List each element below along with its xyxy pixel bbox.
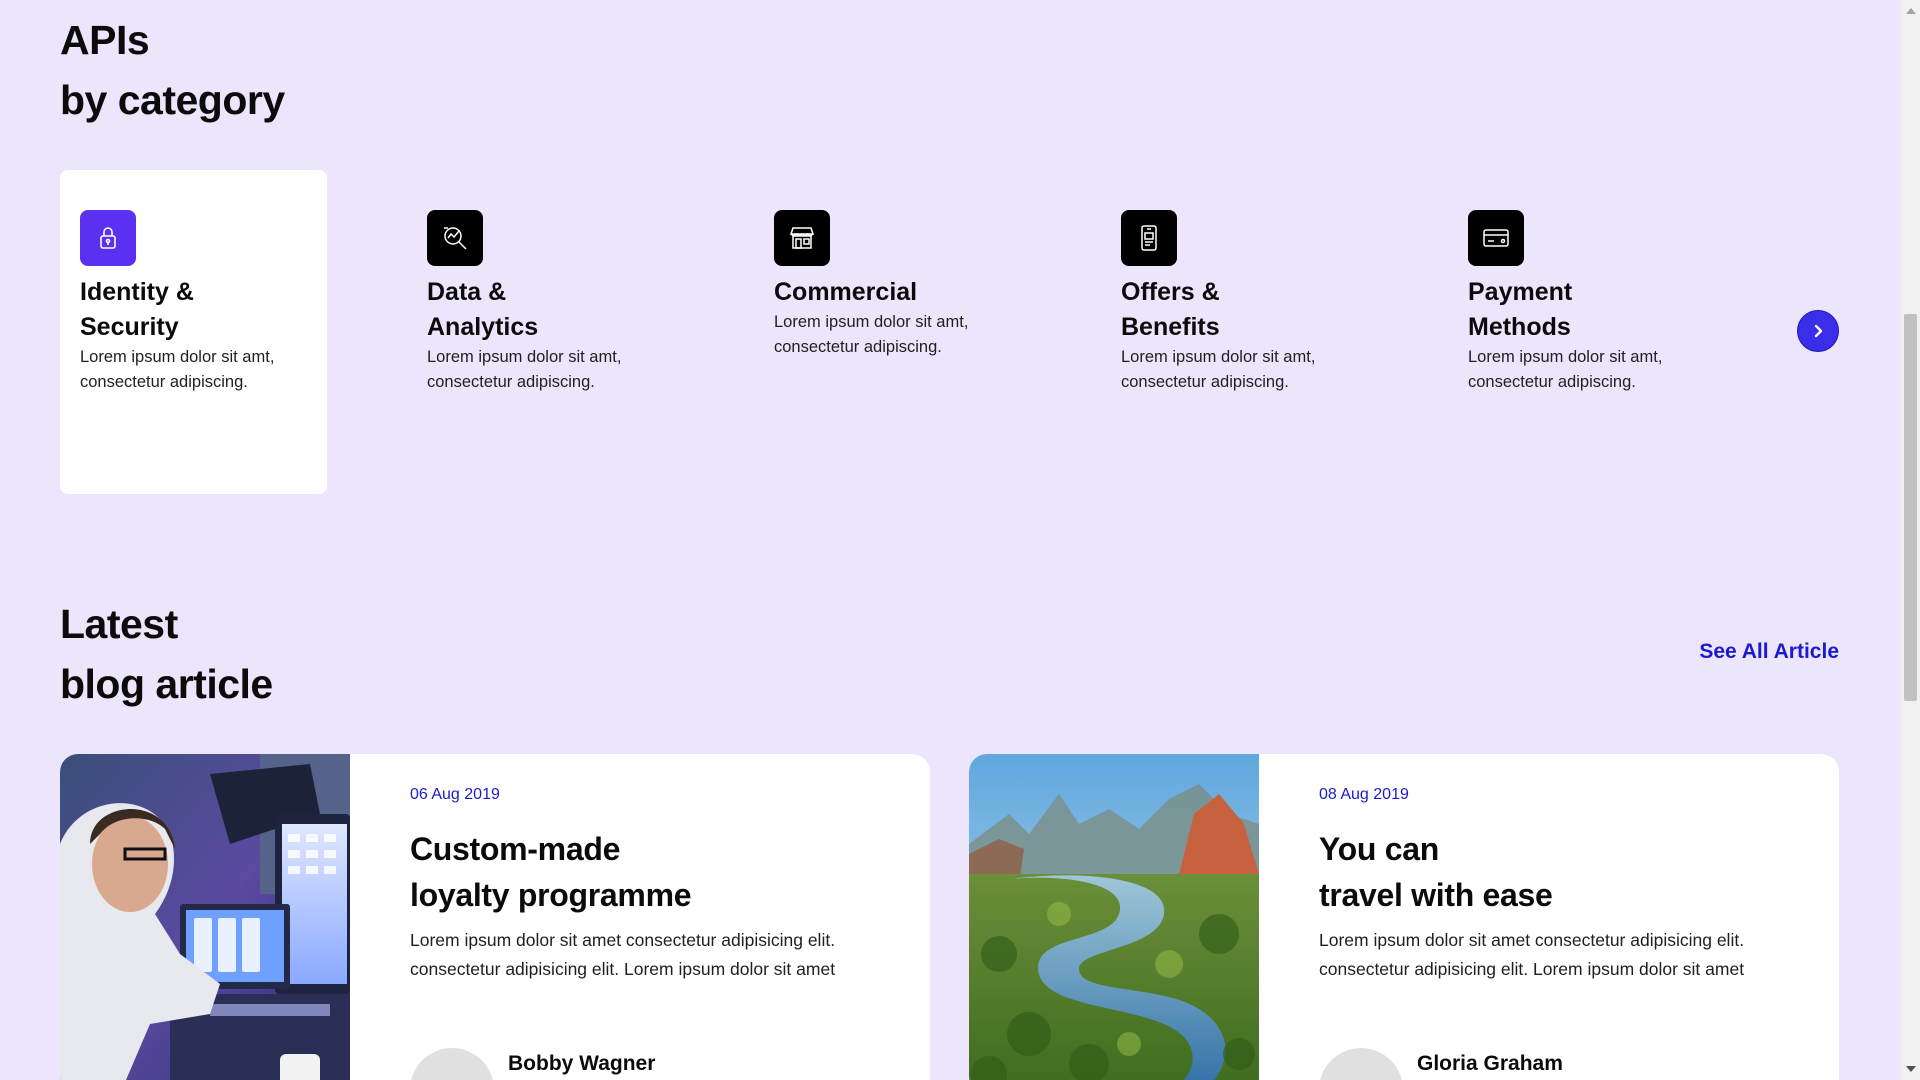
storefront-icon bbox=[774, 210, 830, 266]
see-all-articles-link[interactable]: See All Article bbox=[1699, 640, 1839, 664]
category-card-payment-methods[interactable]: Payment Methods Lorem ipsum dolor sit am… bbox=[1448, 170, 1715, 494]
categories-heading: APIs by category bbox=[60, 10, 285, 130]
category-title: Payment Methods bbox=[1468, 278, 1573, 341]
blog-card[interactable]: 06 Aug 2019 Custom-made loyalty programm… bbox=[60, 754, 930, 1080]
category-title: Data & Analytics bbox=[427, 278, 539, 341]
blog-date: 06 Aug 2019 bbox=[410, 786, 500, 803]
blog-image-river-landscape bbox=[969, 754, 1259, 1080]
category-card-offers-benefits[interactable]: Offers & Benefits Lorem ipsum dolor sit … bbox=[1101, 170, 1368, 494]
category-description: Lorem ipsum dolor sit amt, consectetur a… bbox=[80, 348, 275, 391]
blog-image-office bbox=[60, 754, 350, 1080]
chevron-right-icon bbox=[1814, 324, 1823, 338]
category-card-identity-security[interactable]: Identity & Security Lorem ipsum dolor si… bbox=[60, 170, 327, 494]
analytics-magnifier-icon bbox=[427, 210, 483, 266]
avatar bbox=[1319, 1048, 1403, 1080]
lock-icon bbox=[80, 210, 136, 266]
credit-card-icon bbox=[1468, 210, 1524, 266]
scroll-down-icon[interactable] bbox=[1906, 1066, 1916, 1072]
categories-heading-line2: by category bbox=[60, 77, 285, 123]
mobile-offer-icon bbox=[1121, 210, 1177, 266]
category-description: Lorem ipsum dolor sit amt, consectetur a… bbox=[1121, 348, 1316, 391]
blog-title[interactable]: You can travel with ease bbox=[1319, 826, 1553, 918]
category-card-data-analytics[interactable]: Data & Analytics Lorem ipsum dolor sit a… bbox=[407, 170, 674, 494]
blog-card[interactable]: 08 Aug 2019 You can travel with ease Lor… bbox=[969, 754, 1839, 1080]
scroll-up-icon[interactable] bbox=[1906, 8, 1916, 14]
page-scrollbar[interactable] bbox=[1901, 0, 1920, 1080]
blog-heading-line2: blog article bbox=[60, 661, 273, 707]
category-card-commercial[interactable]: Commercial Lorem ipsum dolor sit amt, co… bbox=[754, 170, 1021, 494]
categories-heading-line1: APIs bbox=[60, 17, 150, 63]
author-name: Bobby Wagner bbox=[508, 1052, 656, 1075]
category-title: Commercial bbox=[774, 278, 918, 306]
category-description: Lorem ipsum dolor sit amt, consectetur a… bbox=[427, 348, 622, 391]
blog-excerpt: Lorem ipsum dolor sit amet consectetur a… bbox=[1319, 930, 1745, 979]
carousel-next-button[interactable] bbox=[1797, 310, 1839, 352]
page: APIs by category Identity & Security Lor… bbox=[0, 0, 1920, 1080]
category-description: Lorem ipsum dolor sit amt, consectetur a… bbox=[774, 313, 969, 356]
blog-date: 08 Aug 2019 bbox=[1319, 786, 1409, 803]
avatar bbox=[410, 1048, 494, 1080]
blog-heading: Latest blog article bbox=[60, 594, 273, 714]
author-name: Gloria Graham bbox=[1417, 1052, 1563, 1075]
category-title: Offers & Benefits bbox=[1121, 278, 1220, 341]
category-description: Lorem ipsum dolor sit amt, consectetur a… bbox=[1468, 348, 1663, 391]
category-title: Identity & Security bbox=[80, 278, 194, 341]
blog-title[interactable]: Custom-made loyalty programme bbox=[410, 826, 692, 918]
scrollbar-thumb[interactable] bbox=[1904, 314, 1917, 701]
blog-excerpt: Lorem ipsum dolor sit amet consectetur a… bbox=[410, 930, 836, 979]
blog-heading-line1: Latest bbox=[60, 601, 178, 647]
